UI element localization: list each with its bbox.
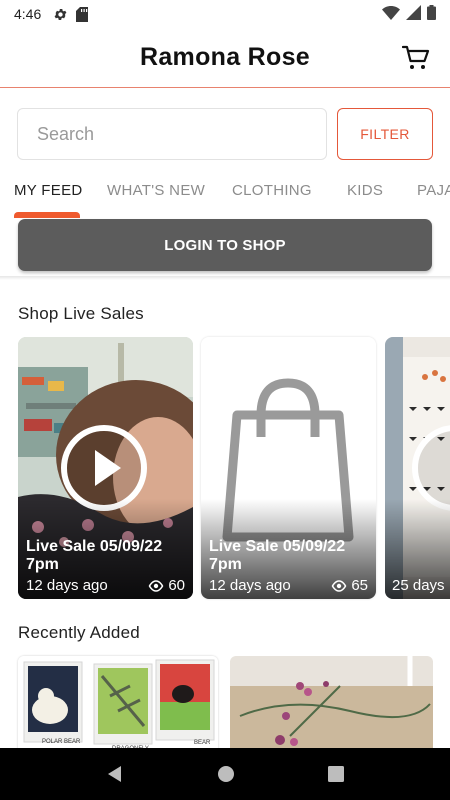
status-bar: 4:46	[0, 0, 450, 28]
print-label: BEAR	[194, 740, 211, 746]
back-icon[interactable]	[106, 765, 124, 783]
status-time: 4:46	[14, 6, 42, 22]
view-count: 60	[148, 577, 185, 594]
status-right	[382, 5, 436, 23]
live-sale-card[interactable]: Live Sale 05/09/22 7pm 12 days ago 65	[201, 337, 376, 599]
app-screen: 4:46 Ramona Rose Search FILTER MY FEED W…	[0, 0, 450, 800]
search-input[interactable]	[17, 108, 327, 160]
cart-icon	[402, 45, 430, 69]
search-row: FILTER	[17, 108, 433, 160]
app-header: Ramona Rose	[0, 28, 450, 88]
view-count: 65	[331, 577, 368, 594]
category-tabs: MY FEED WHAT'S NEW CLOTHING KIDS PAJA	[0, 170, 450, 218]
wifi-icon	[382, 5, 400, 23]
active-tab-indicator	[14, 212, 80, 218]
cart-button[interactable]	[400, 42, 432, 74]
eye-icon	[148, 579, 164, 592]
live-sale-time-ago: 12 days ago	[209, 577, 291, 594]
tab-clothing[interactable]: CLOTHING	[232, 182, 312, 199]
recently-added-heading: Recently Added	[18, 623, 140, 642]
view-count-value: 65	[351, 577, 368, 594]
live-sale-time-ago: 12 days ago	[26, 577, 108, 594]
live-sale-title: Live Sale 05/09/22 7pm	[26, 538, 163, 573]
view-count-value: 60	[168, 577, 185, 594]
product-image	[230, 656, 433, 756]
signal-icon	[406, 5, 421, 23]
product-card[interactable]: POLAR BEAR DRAGONFLY BEAR	[18, 656, 218, 756]
filter-button[interactable]: FILTER	[337, 108, 433, 160]
settings-gear-icon	[53, 7, 68, 22]
tab-kids[interactable]: KIDS	[347, 182, 383, 199]
sd-card-icon	[76, 6, 89, 22]
system-nav-bar	[0, 748, 450, 800]
page-title: Ramona Rose	[139, 43, 310, 71]
tab-my-feed[interactable]: MY FEED	[14, 182, 83, 199]
eye-icon	[331, 579, 347, 592]
live-sales-heading: Shop Live Sales	[18, 304, 144, 323]
tab-whats-new[interactable]: WHAT'S NEW	[107, 182, 205, 199]
live-sale-time-ago: 25 days	[392, 577, 445, 594]
battery-icon	[427, 5, 436, 23]
product-card[interactable]	[230, 656, 433, 756]
live-sale-title: Live Sale 05/09/22 7pm	[209, 538, 346, 573]
home-icon[interactable]	[217, 765, 235, 783]
login-to-shop-button[interactable]: LOGIN TO SHOP	[18, 219, 432, 271]
recents-icon[interactable]	[327, 766, 344, 782]
live-sale-card[interactable]: Live Sale 05/09/22 7pm 12 days ago 60	[18, 337, 193, 599]
tab-pajamas[interactable]: PAJA	[417, 182, 450, 199]
divider	[0, 276, 450, 280]
live-sale-card[interactable]: 25 days	[385, 337, 450, 599]
print-label: POLAR BEAR	[42, 739, 81, 745]
